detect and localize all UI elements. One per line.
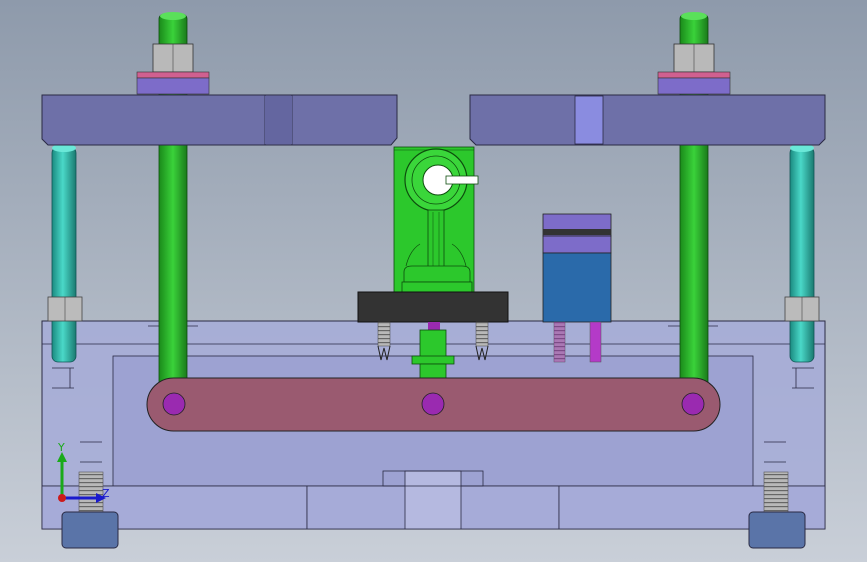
cad-model-viewport[interactable]: Y Z [0, 0, 867, 562]
top-plate-right[interactable] [469, 94, 826, 146]
y-axis-label: Y [57, 441, 65, 454]
holder-plate[interactable] [357, 291, 509, 323]
top-plate-left[interactable] [41, 94, 398, 146]
center-clamp-body[interactable] [393, 146, 479, 294]
washer-pink-left [136, 71, 210, 79]
guide-pillar-right[interactable] [789, 144, 815, 363]
x-axis-origin [58, 494, 66, 502]
guide-pillar-left[interactable] [51, 144, 77, 363]
bottom-screw-right[interactable] [763, 471, 789, 513]
washer-purple-right [657, 77, 731, 95]
z-axis-label: Z [102, 487, 110, 500]
base-center-slot [404, 470, 462, 530]
foot-right[interactable] [748, 511, 806, 549]
cylinder-block[interactable] [542, 213, 612, 323]
link-pin-right [681, 392, 705, 416]
bottom-screw-left[interactable] [78, 471, 104, 513]
washer-pink-right [657, 71, 731, 79]
link-pin-center [421, 392, 445, 416]
clamp-slot [445, 175, 479, 185]
foot-left[interactable] [61, 511, 119, 549]
washer-purple-left [136, 77, 210, 95]
link-bar[interactable] [146, 377, 721, 432]
link-pin-left [162, 392, 186, 416]
